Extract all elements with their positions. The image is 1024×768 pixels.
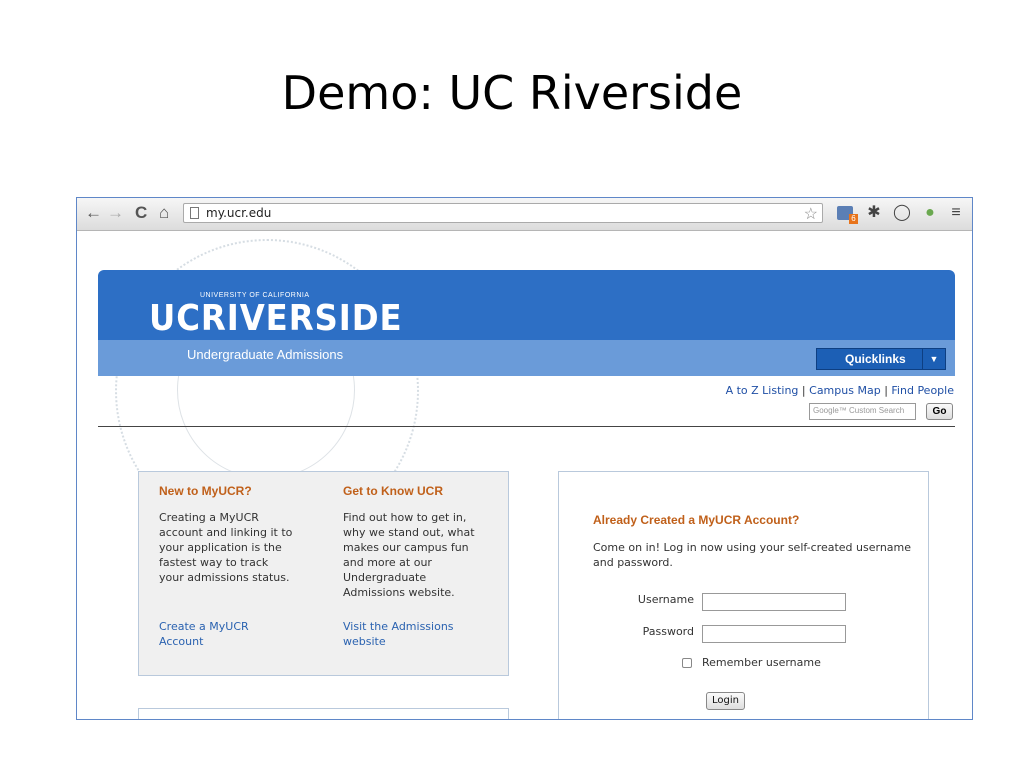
password-label: Password [642,625,694,638]
remember-checkbox[interactable] [682,658,692,668]
link-campus-map[interactable]: Campus Map [809,384,881,397]
slide-title: Demo: UC Riverside [281,66,743,120]
login-heading: Already Created a MyUCR Account? [593,513,800,527]
link-a-to-z[interactable]: A to Z Listing [726,384,799,397]
home-icon[interactable]: ⌂ [159,203,169,223]
login-text: Come on in! Log in now using your self-c… [593,541,912,569]
new-to-myucr-column: New to MyUCR? Creating a MyUCR account a… [159,484,319,648]
login-button[interactable]: Login [706,692,745,710]
visit-admissions-link[interactable]: Visit the Admissions website [343,619,454,649]
get-to-know-heading: Get to Know UCR [343,484,443,498]
forward-icon[interactable]: → [107,203,124,223]
quicklinks-label: Quicklinks [845,352,906,366]
link-find-people[interactable]: Find People [891,384,954,397]
back-icon[interactable]: ← [85,203,102,223]
get-to-know-column: Get to Know UCR Find out how to get in, … [343,484,503,648]
login-panel: Already Created a MyUCR Account? Come on… [558,471,929,719]
remember-label: Remember username [702,656,821,669]
username-label: Username [637,593,694,606]
new-to-myucr-text: Creating a MyUCR account and linking it … [159,511,293,584]
search-input[interactable]: Google™ Custom Search [809,403,916,420]
create-account-link[interactable]: Create a MyUCR Account [159,619,249,649]
logo-subtitle: Undergraduate Admissions [187,347,344,362]
ucr-page: UNIVERSITY OF CALIFORNIA UCRIVERSIDE Und… [77,231,972,719]
utility-links: A to Z Listing | Campus Map | Find Peopl… [725,384,954,397]
browser-window: ← → C ⌂ my.ucr.edu ☆ 6 ✱ ◯ ● ≡ UNIVERSIT… [76,197,973,720]
secondary-panel [138,708,509,719]
get-to-know-text: Find out how to get in, why we stand out… [343,511,475,599]
chevron-down-icon[interactable]: ▼ [922,349,945,369]
brain-extension-icon[interactable]: ● [921,204,939,222]
divider [98,426,955,427]
browser-toolbar: ← → C ⌂ my.ucr.edu ☆ 6 ✱ ◯ ● ≡ [77,198,972,231]
circle-extension-icon[interactable]: ◯ [893,204,911,222]
info-panel: New to MyUCR? Creating a MyUCR account a… [138,471,509,676]
star-icon[interactable]: ☆ [804,204,818,224]
url-text[interactable]: my.ucr.edu [206,206,271,220]
ucr-logo[interactable]: UCRIVERSIDE [149,298,403,339]
quicklinks-dropdown[interactable]: Quicklinks ▼ [816,348,946,370]
page-icon [190,207,199,219]
search-go-button[interactable]: Go [926,403,953,420]
password-input[interactable] [702,625,846,643]
new-to-myucr-heading: New to MyUCR? [159,484,252,498]
username-input[interactable] [702,593,846,611]
address-bar[interactable]: my.ucr.edu ☆ [183,203,823,223]
menu-icon[interactable]: ≡ [947,204,965,222]
extension-badge: 6 [849,214,858,224]
reload-icon[interactable]: C [135,203,147,223]
gear-icon[interactable]: ✱ [865,204,883,222]
